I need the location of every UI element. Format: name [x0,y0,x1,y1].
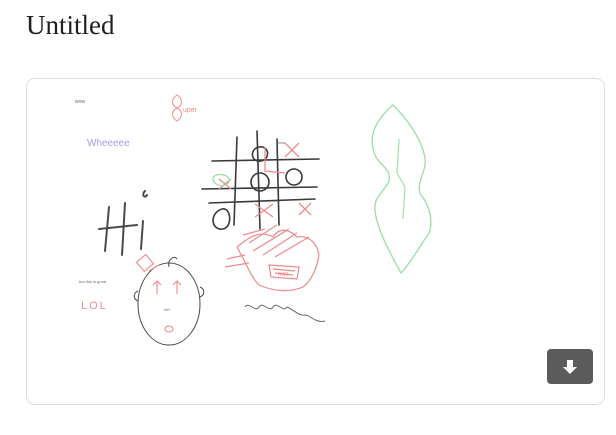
download-button[interactable] [547,349,593,384]
lol-text: LOL [81,300,108,312]
nose-text: NO [164,307,170,312]
tiny-scribble-text: wow [75,99,85,105]
grid-tiny-text: wow [277,140,285,145]
hi-doodle [98,190,148,256]
page-title: Untitled [26,10,115,40]
red-scribble-face [224,224,320,292]
green-shape-doodle [371,104,432,275]
mouth-text: RAB [278,272,289,278]
drawing-artwork: wow Wheeeee uper wow RAB NO but this is … [75,94,432,346]
wheeeee-text: Wheeeee [87,138,130,149]
super-text: uper [183,107,198,114]
gray-squiggle [244,304,326,322]
tic-tac-toe-red [218,142,312,218]
drawing-canvas[interactable]: wow Wheeeee uper wow RAB NO but this is … [26,78,605,405]
round-face-features [135,253,182,333]
tiny-label-text: but this is great [79,279,107,284]
download-arrow-icon [563,359,577,374]
super-doodle: uper [172,94,198,122]
